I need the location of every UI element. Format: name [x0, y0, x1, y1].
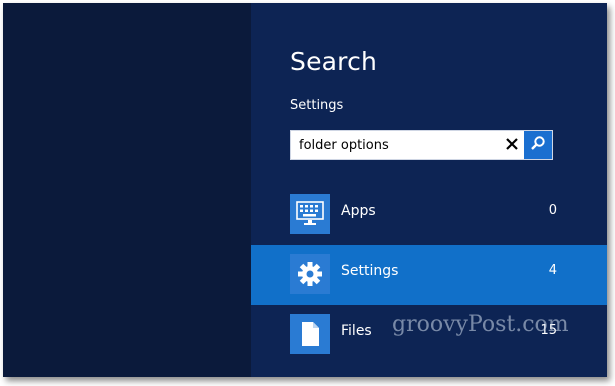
result-label: Files — [341, 323, 372, 339]
watermark: groovyPost.com — [392, 312, 569, 337]
start-background — [3, 3, 251, 377]
search-title: Search — [290, 47, 378, 76]
magnifier-icon — [530, 135, 546, 155]
search-scope-label: Settings — [290, 98, 344, 113]
search-go-button[interactable] — [524, 131, 552, 159]
result-label: Apps — [341, 203, 376, 219]
result-apps[interactable]: Apps 0 — [251, 185, 607, 245]
result-count: 0 — [548, 203, 557, 218]
apps-keyboard-icon — [290, 194, 330, 234]
result-settings[interactable]: Settings 4 — [251, 245, 607, 305]
search-input[interactable] — [299, 131, 497, 159]
result-label: Settings — [341, 263, 399, 279]
search-box — [290, 130, 553, 160]
document-icon — [290, 314, 330, 354]
gear-icon — [290, 254, 330, 294]
clear-search-button[interactable] — [499, 131, 525, 159]
close-icon — [505, 136, 519, 155]
result-count: 4 — [548, 263, 557, 278]
